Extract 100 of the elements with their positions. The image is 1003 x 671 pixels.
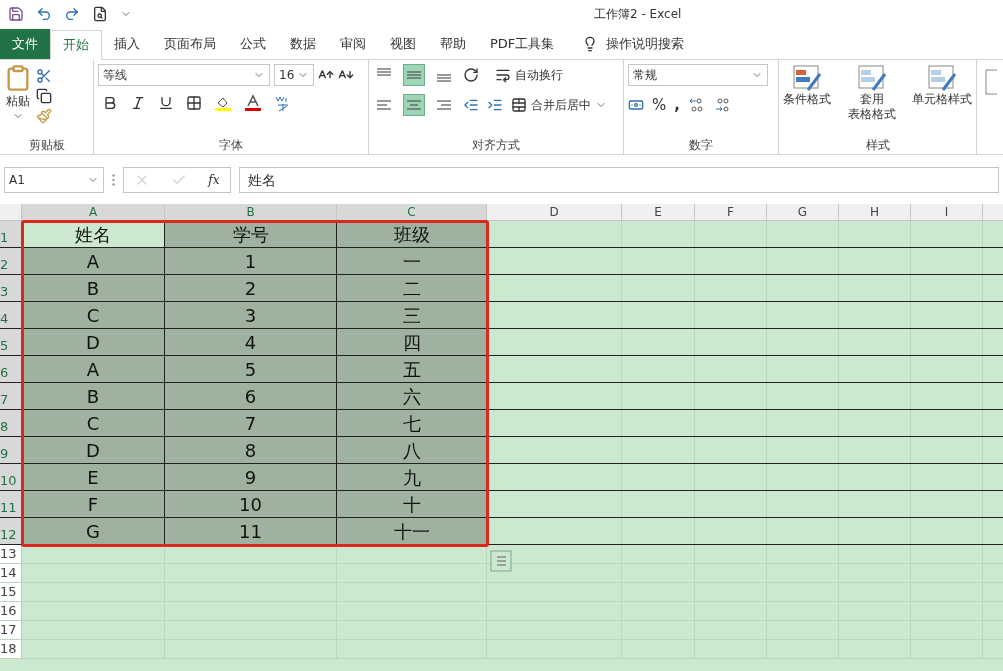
ribbon-tab[interactable]: 公式 — [228, 29, 278, 59]
column-header[interactable]: F — [695, 204, 767, 220]
table-cell: 五 — [337, 356, 487, 382]
table-cell: 1 — [165, 248, 337, 274]
underline-icon[interactable] — [158, 95, 174, 111]
table-cell: 4 — [165, 329, 337, 355]
align-icon — [437, 74, 451, 82]
column-header[interactable]: I — [911, 204, 983, 220]
ribbon-tab[interactable]: 页面布局 — [152, 29, 228, 59]
bold-icon[interactable] — [102, 95, 118, 111]
column-header[interactable]: A — [22, 204, 165, 220]
font-name-field[interactable]: 等线 — [98, 64, 270, 86]
ribbon-tab[interactable]: 插入 — [102, 29, 152, 59]
align-button[interactable] — [403, 64, 425, 86]
ribbon-tab[interactable]: 开始 — [50, 30, 102, 60]
file-tab[interactable]: 文件 — [0, 29, 50, 59]
orientation-icon[interactable] — [463, 67, 479, 83]
ribbon-tab[interactable]: 视图 — [378, 29, 428, 59]
comma-button[interactable]: , — [674, 94, 680, 117]
font-size-field[interactable]: 16 — [274, 64, 314, 86]
table-cell: A — [22, 248, 165, 274]
paste-button[interactable]: 粘贴 — [4, 64, 32, 124]
table-cell: 8 — [165, 437, 337, 463]
table-cell: 八 — [337, 437, 487, 463]
decrease-indent-icon[interactable] — [463, 97, 479, 113]
table-cell: 二 — [337, 275, 487, 301]
row-header[interactable]: 3 — [0, 275, 22, 301]
row-header[interactable]: 6 — [0, 356, 22, 382]
table-cell: D — [22, 437, 165, 463]
copy-icon[interactable] — [36, 88, 52, 104]
row-header[interactable]: 12 — [0, 518, 22, 544]
merge-icon — [511, 97, 527, 113]
row-header[interactable]: 17 — [0, 621, 22, 639]
column-header[interactable]: H — [839, 204, 911, 220]
table-cell: F — [22, 491, 165, 517]
table-cell: B — [22, 383, 165, 409]
row-header[interactable]: 4 — [0, 302, 22, 328]
table-style-icon — [927, 64, 957, 92]
row-header[interactable]: 18 — [0, 640, 22, 658]
column-header[interactable]: E — [622, 204, 695, 220]
row-header[interactable]: 1 — [0, 221, 22, 247]
table-cell: B — [22, 275, 165, 301]
table-cell: D — [22, 329, 165, 355]
row-header[interactable]: 10 — [0, 464, 22, 490]
group-title: 样式 — [865, 137, 890, 154]
align-icon — [377, 100, 391, 110]
wrap-text-button[interactable]: 自动换行 — [515, 66, 563, 84]
table-cell: 一 — [337, 248, 487, 274]
decrease-decimal-icon[interactable] — [713, 96, 732, 115]
row-header[interactable]: 2 — [0, 248, 22, 274]
table-cell: 7 — [165, 410, 337, 436]
group-title: 数字 — [689, 137, 713, 154]
save-icon[interactable] — [8, 6, 24, 22]
table-cell: 十一 — [337, 518, 487, 544]
increase-indent-icon[interactable] — [487, 97, 503, 113]
row-header[interactable]: 8 — [0, 410, 22, 436]
percent-button[interactable]: % — [652, 94, 667, 117]
insert-function-button[interactable]: fx — [208, 171, 220, 189]
drag-handle-icon[interactable] — [112, 174, 115, 186]
column-header[interactable]: D — [487, 204, 622, 220]
merge-center-button[interactable]: 合并后居中 — [531, 96, 591, 114]
ribbon-tab[interactable]: 帮助 — [428, 29, 478, 59]
table-style-icon — [856, 64, 887, 92]
column-header[interactable]: B — [165, 204, 337, 220]
table-cell: C — [22, 410, 165, 436]
ribbon-tab[interactable]: 审阅 — [328, 29, 378, 59]
row-header[interactable]: 9 — [0, 437, 22, 463]
table-cell: 九 — [337, 464, 487, 490]
print-preview-icon[interactable] — [92, 6, 108, 22]
italic-icon[interactable] — [130, 95, 146, 111]
row-header[interactable]: 14 — [0, 564, 22, 582]
undo-icon[interactable] — [36, 6, 52, 22]
name-box[interactable]: A1 — [4, 167, 104, 193]
cut-icon[interactable] — [36, 68, 52, 84]
number-format-field[interactable]: 常规 — [628, 64, 768, 86]
font-color-icon[interactable] — [244, 94, 262, 112]
align-button[interactable] — [403, 94, 425, 116]
row-header[interactable]: 11 — [0, 491, 22, 517]
ribbon-tab[interactable]: 数据 — [278, 29, 328, 59]
formula-input[interactable]: 姓名 — [239, 167, 999, 193]
style-button[interactable]: 套用 表格格式 — [847, 64, 896, 122]
group-title: 剪贴板 — [28, 137, 65, 154]
row-header[interactable]: 16 — [0, 602, 22, 620]
table-cell: 2 — [165, 275, 337, 301]
ribbon-tab[interactable]: PDF工具集 — [478, 29, 567, 59]
style-button[interactable]: 条件格式 — [783, 64, 831, 122]
borders-icon[interactable] — [186, 95, 202, 111]
redo-icon[interactable] — [64, 6, 80, 22]
column-header[interactable]: G — [767, 204, 839, 220]
quick-analysis-icon[interactable] — [490, 550, 512, 572]
row-header[interactable]: 5 — [0, 329, 22, 355]
align-icon — [407, 71, 421, 79]
table-cell: C — [22, 302, 165, 328]
row-header[interactable]: 15 — [0, 583, 22, 601]
tell-me-search[interactable]: 操作说明搜索 — [574, 29, 693, 59]
column-header[interactable]: C — [337, 204, 487, 220]
row-header[interactable]: 13 — [0, 545, 22, 563]
row-header[interactable]: 7 — [0, 383, 22, 409]
style-button[interactable]: 单元格样式 — [912, 64, 972, 122]
increase-decimal-icon[interactable] — [687, 96, 706, 115]
